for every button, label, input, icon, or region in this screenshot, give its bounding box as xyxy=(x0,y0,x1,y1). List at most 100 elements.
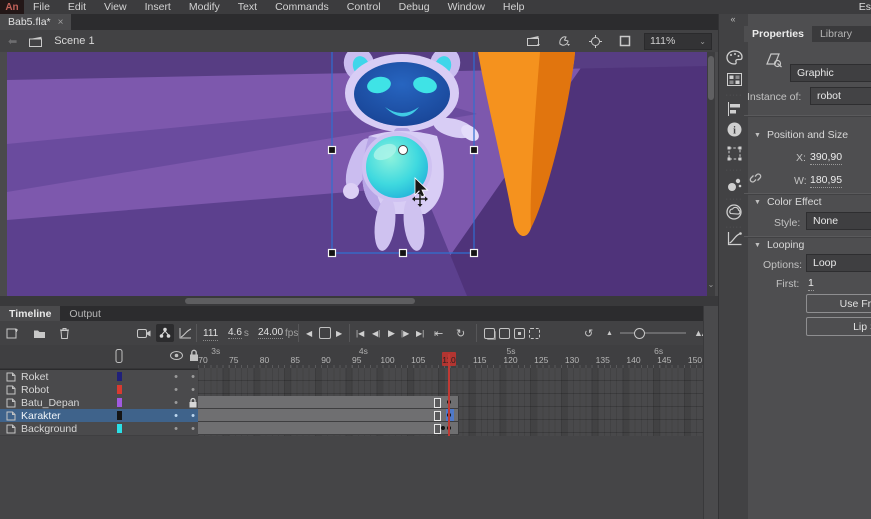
color-palette-icon[interactable] xyxy=(719,50,749,65)
center-stage-icon[interactable] xyxy=(589,35,602,48)
layer-name[interactable]: Karakter xyxy=(21,410,61,422)
show-parenting-view-button[interactable] xyxy=(156,324,174,342)
layer-color-swatch[interactable] xyxy=(117,372,122,381)
loop-options-dropdown[interactable]: Loop xyxy=(806,254,871,272)
layer-name[interactable]: Batu_Depan xyxy=(21,397,79,409)
stage-zoom-select[interactable]: 111% ⌄ xyxy=(644,33,712,50)
menu-view[interactable]: View xyxy=(95,1,136,13)
w-value[interactable]: 180,95 xyxy=(810,174,842,188)
edit-scene-icon[interactable] xyxy=(527,35,541,47)
step-back-button[interactable]: ◀ xyxy=(306,321,312,345)
tab-properties[interactable]: Properties xyxy=(744,26,812,42)
info-panel-icon[interactable]: i xyxy=(719,122,749,137)
go-to-first-frame-button[interactable]: |◀ xyxy=(356,321,364,345)
menu-insert[interactable]: Insert xyxy=(136,1,180,13)
clip-content-icon[interactable] xyxy=(619,35,631,47)
layer-name[interactable]: Robot xyxy=(21,384,49,396)
timeline-ruler[interactable]: 3s4s5s6s70758085909510010511011512012513… xyxy=(198,345,703,369)
step-forward-one-frame-button[interactable]: |▶ xyxy=(401,321,409,345)
scrollbar-thumb[interactable] xyxy=(185,298,415,304)
layer-color-swatch[interactable] xyxy=(117,411,122,420)
close-tab-icon[interactable]: × xyxy=(58,17,64,28)
current-frame-field[interactable]: 111 xyxy=(203,326,218,341)
layer-visibility-dot[interactable]: • xyxy=(170,396,182,409)
menu-file[interactable]: File xyxy=(24,1,59,13)
swatches-icon[interactable] xyxy=(719,73,749,86)
stage-horizontal-scrollbar[interactable] xyxy=(0,296,718,306)
collapse-panels-icon[interactable]: « xyxy=(718,14,748,26)
layer-row-roket[interactable]: Roket•• xyxy=(0,370,198,384)
looping-section-header[interactable]: ▼ Looping xyxy=(754,239,804,251)
new-layer-button[interactable] xyxy=(6,321,19,345)
menu-text[interactable]: Text xyxy=(229,1,266,13)
step-forward-button[interactable]: ▶ xyxy=(336,321,342,345)
frame-rate-field[interactable]: 24.00 xyxy=(258,327,283,339)
layer-row-batu_depan[interactable]: Batu_Depan • xyxy=(0,396,198,410)
center-frame-button[interactable]: ⇤ xyxy=(434,321,443,345)
play-button[interactable]: ▶ xyxy=(388,321,395,345)
timeline-zoom-slider[interactable] xyxy=(620,332,686,334)
cc-libraries-icon[interactable] xyxy=(719,204,749,220)
scene-name[interactable]: Scene 1 xyxy=(54,35,94,47)
layer-visibility-dot[interactable]: • xyxy=(170,383,182,396)
first-frame-value[interactable]: 1 xyxy=(808,277,814,291)
modify-markers-button[interactable] xyxy=(529,321,546,345)
timeline-zoom-knob[interactable] xyxy=(634,328,645,339)
menu-modify[interactable]: Modify xyxy=(180,1,229,13)
tab-library[interactable]: Library xyxy=(812,26,860,42)
menu-help[interactable]: Help xyxy=(494,1,534,13)
menu-window[interactable]: Window xyxy=(439,1,494,13)
reset-timeline-zoom-button[interactable]: ↺ xyxy=(584,321,593,345)
symbol-type-dropdown[interactable]: Graphic xyxy=(790,64,871,82)
stage-canvas[interactable] xyxy=(7,52,707,296)
tab-timeline[interactable]: Timeline xyxy=(0,306,60,321)
camera-button[interactable] xyxy=(137,321,151,345)
layer-color-swatch[interactable] xyxy=(117,424,122,433)
stage-vertical-scrollbar[interactable]: ⌄ xyxy=(707,52,715,296)
menu-debug[interactable]: Debug xyxy=(390,1,439,13)
new-folder-button[interactable] xyxy=(33,321,46,345)
elapsed-time-field[interactable]: 4.6 xyxy=(228,327,242,339)
scrollbar-down-arrow-icon[interactable]: ⌄ xyxy=(707,280,715,289)
link-width-height-icon[interactable] xyxy=(748,172,763,184)
color-effect-section-header[interactable]: ▼ Color Effect xyxy=(754,196,822,208)
use-frame-picker-button[interactable]: Use Fra xyxy=(806,294,871,313)
edit-symbols-icon[interactable] xyxy=(558,35,572,47)
loop-playback-button[interactable]: ↻ xyxy=(456,321,465,345)
menu-edit[interactable]: Edit xyxy=(59,1,95,13)
align-panel-icon[interactable] xyxy=(719,102,749,116)
graph-editor-button[interactable] xyxy=(179,321,192,345)
timeline-frames-area[interactable] xyxy=(198,368,703,436)
layer-visibility-dot[interactable]: • xyxy=(170,370,182,383)
layer-color-swatch[interactable] xyxy=(117,398,122,407)
step-back-one-frame-button[interactable]: ◀| xyxy=(372,321,380,345)
menu-control[interactable]: Control xyxy=(338,1,390,13)
layer-name[interactable]: Roket xyxy=(21,371,48,383)
back-arrow-icon[interactable]: ⬅ xyxy=(0,35,25,48)
document-tab[interactable]: Bab5.fla* × xyxy=(0,14,71,30)
layer-row-robot[interactable]: Robot•• xyxy=(0,383,198,397)
motion-editor-icon[interactable] xyxy=(719,232,749,246)
brush-library-icon[interactable] xyxy=(719,177,749,192)
zoom-out-frames-icon[interactable]: ▲ xyxy=(606,321,613,345)
layer-row-background[interactable]: Background•• xyxy=(0,422,198,436)
tab-output[interactable]: Output xyxy=(60,306,110,321)
menu-commands[interactable]: Commands xyxy=(266,1,338,13)
lip-syncing-button[interactable]: Lip S xyxy=(806,317,871,336)
x-value[interactable]: 390,90 xyxy=(810,151,842,165)
layer-visibility-dot[interactable]: • xyxy=(170,409,182,422)
layer-row-karakter[interactable]: Karakter•• xyxy=(0,409,198,423)
layer-color-swatch[interactable] xyxy=(117,385,122,394)
layer-name[interactable]: Background xyxy=(21,423,77,435)
instance-name-field[interactable]: robot xyxy=(810,87,871,105)
position-size-section-header[interactable]: ▼ Position and Size xyxy=(754,129,848,141)
transform-panel-icon[interactable] xyxy=(719,146,749,161)
delete-layer-button[interactable] xyxy=(59,321,70,345)
scrollbar-thumb[interactable] xyxy=(708,56,714,100)
workspace-switcher-button[interactable]: Es xyxy=(855,0,871,14)
layer-visibility-dot[interactable]: • xyxy=(170,422,182,435)
visibility-column-eye-icon[interactable] xyxy=(170,351,183,360)
color-style-dropdown[interactable]: None xyxy=(806,212,871,230)
go-to-last-frame-button[interactable]: ▶| xyxy=(416,321,424,345)
animate-logo[interactable]: An xyxy=(0,0,24,14)
